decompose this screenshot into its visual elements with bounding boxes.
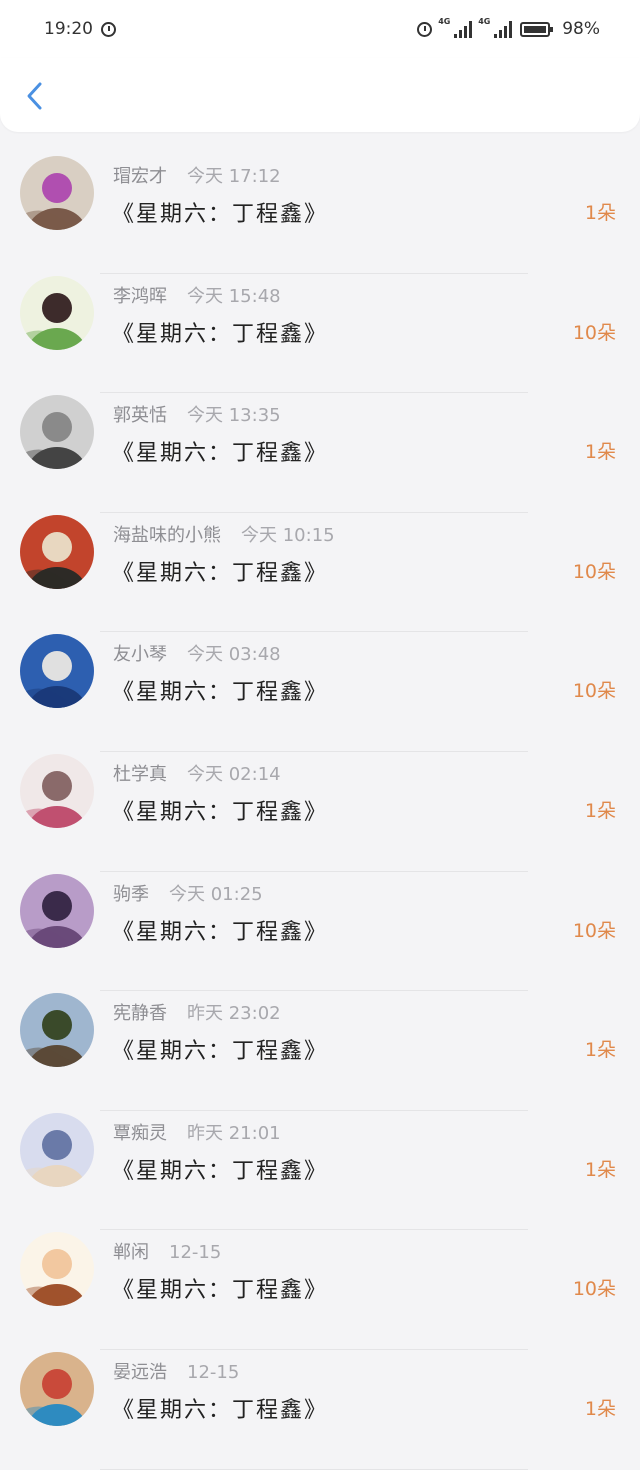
- avatar[interactable]: [20, 1232, 94, 1307]
- sender-name: 郸闲: [113, 1242, 149, 1264]
- send-time: 昨天 21:01: [187, 1122, 281, 1144]
- work-title: 《星期六：丁程鑫》: [112, 680, 329, 706]
- avatar[interactable]: [20, 753, 94, 828]
- send-time: 今天 01:25: [169, 883, 263, 905]
- list-item[interactable]: 郭英恬 今天 13:35 《星期六：丁程鑫》 1朵: [0, 393, 640, 513]
- send-time: 今天 02:14: [187, 763, 281, 785]
- send-time: 12-15: [169, 1242, 222, 1264]
- avatar[interactable]: [20, 395, 94, 470]
- alarm-icon: [101, 21, 116, 37]
- avatar[interactable]: [20, 1351, 94, 1426]
- list-item[interactable]: 覃痴灵 昨天 21:01 《星期六：丁程鑫》 1朵: [0, 1111, 640, 1231]
- list-item[interactable]: 郸闲 12-15 《星期六：丁程鑫》 10朵: [0, 1230, 640, 1350]
- avatar[interactable]: [20, 634, 94, 709]
- flower-count: 10朵: [572, 919, 616, 942]
- list-item[interactable]: 李鸿晖 今天 15:48 《星期六：丁程鑫》 10朵: [0, 274, 640, 394]
- work-title: 《星期六：丁程鑫》: [112, 202, 329, 227]
- avatar[interactable]: [20, 1112, 94, 1187]
- send-time: 今天 13:35: [187, 405, 281, 427]
- gift-record-list: 瑁宏才 今天 17:12 《星期六：丁程鑫》 1朵 李鸿晖 今天 15:48 《星期…: [0, 154, 640, 1470]
- sender-name: 晏远浩: [113, 1361, 167, 1383]
- flower-count: 10朵: [572, 680, 616, 703]
- work-title: 《星期六：丁程鑫》: [112, 919, 329, 945]
- send-time: 今天 10:15: [241, 524, 335, 546]
- sender-name: 海盐味的小熊: [113, 524, 221, 546]
- avatar[interactable]: [20, 156, 94, 230]
- work-title: 《星期六：丁程鑫》: [112, 799, 329, 825]
- send-time: 12-15: [187, 1361, 240, 1383]
- sender-name: 驹季: [113, 883, 149, 905]
- avatar[interactable]: [20, 514, 94, 589]
- work-title: 《星期六：丁程鑫》: [112, 1158, 329, 1184]
- sender-meta: 杜学真 今天 02:14: [113, 760, 281, 786]
- status-time: 19:20: [44, 19, 93, 39]
- divider: [100, 1468, 528, 1470]
- sender-meta: 李鸿晖 今天 15:48: [113, 282, 281, 308]
- battery-percent: 98%: [562, 19, 600, 39]
- list-item[interactable]: 晏远浩 12-15 《星期六：丁程鑫》 1朵: [0, 1350, 640, 1470]
- alarm-icon: [417, 21, 433, 37]
- sender-meta: 郸闲 12-15: [113, 1238, 221, 1264]
- flower-count: 10朵: [572, 1278, 616, 1301]
- flower-count: 10朵: [572, 321, 616, 344]
- sender-meta: 瑁宏才 今天 17:12: [113, 162, 281, 188]
- network-type-label: 4G: [438, 17, 451, 26]
- list-item[interactable]: 宪静香 昨天 23:02 《星期六：丁程鑫》 1朵: [0, 991, 640, 1111]
- send-time: 昨天 23:02: [187, 1003, 281, 1025]
- sender-name: 郭英恬: [113, 405, 167, 427]
- avatar[interactable]: [20, 873, 94, 948]
- flower-count: 1朵: [584, 799, 616, 822]
- status-left: 19:20: [44, 19, 116, 39]
- sender-meta: 宪静香 昨天 23:02: [113, 999, 281, 1025]
- sender-meta: 晏远浩 12-15: [113, 1358, 239, 1384]
- avatar[interactable]: [20, 275, 94, 350]
- sender-meta: 驹季 今天 01:25: [113, 880, 263, 906]
- sender-name: 李鸿晖: [113, 285, 167, 307]
- flower-count: 1朵: [584, 1039, 616, 1062]
- list-item[interactable]: 海盐味的小熊 今天 10:15 《星期六：丁程鑫》 10朵: [0, 513, 640, 633]
- list-item[interactable]: 驹季 今天 01:25 《星期六：丁程鑫》 10朵: [0, 872, 640, 992]
- send-time: 今天 17:12: [187, 166, 281, 187]
- work-title: 《星期六：丁程鑫》: [112, 560, 329, 586]
- battery-icon: [520, 21, 554, 37]
- sender-meta: 郭英恬 今天 13:35: [113, 401, 281, 427]
- sender-name: 友小琴: [113, 644, 167, 666]
- work-title: 《星期六：丁程鑫》: [112, 1278, 329, 1304]
- network-type-label: 4G: [478, 17, 491, 26]
- list-item[interactable]: 友小琴 今天 03:48 《星期六：丁程鑫》 10朵: [0, 632, 640, 752]
- sender-name: 杜学真: [113, 763, 167, 785]
- chevron-left-icon: [27, 82, 42, 110]
- signal-icon: 4G: [478, 17, 513, 38]
- flower-count: 1朵: [584, 441, 616, 464]
- header: [0, 58, 640, 132]
- sender-name: 瑁宏才: [113, 166, 167, 187]
- list-item[interactable]: 瑁宏才 今天 17:12 《星期六：丁程鑫》 1朵: [0, 154, 640, 274]
- avatar[interactable]: [20, 993, 94, 1068]
- work-title: 《星期六：丁程鑫》: [112, 321, 329, 347]
- status-bar: 19:20 4G 4G 98%: [0, 0, 640, 58]
- flower-count: 1朵: [584, 1397, 616, 1420]
- sender-name: 宪静香: [113, 1003, 167, 1025]
- send-time: 今天 03:48: [187, 644, 281, 666]
- work-title: 《星期六：丁程鑫》: [112, 441, 329, 467]
- sender-meta: 海盐味的小熊 今天 10:15: [113, 521, 335, 547]
- list-item[interactable]: 杜学真 今天 02:14 《星期六：丁程鑫》 1朵: [0, 752, 640, 872]
- flower-count: 1朵: [584, 1158, 616, 1181]
- status-right: 4G 4G 98%: [417, 17, 600, 39]
- work-title: 《星期六：丁程鑫》: [112, 1039, 329, 1065]
- sender-meta: 覃痴灵 昨天 21:01: [113, 1119, 281, 1145]
- sender-name: 覃痴灵: [113, 1122, 167, 1144]
- sender-meta: 友小琴 今天 03:48: [113, 640, 281, 666]
- back-button[interactable]: [20, 78, 52, 114]
- work-title: 《星期六：丁程鑫》: [112, 1397, 329, 1423]
- flower-count: 1朵: [584, 202, 616, 224]
- signal-icon: 4G: [438, 17, 473, 38]
- flower-count: 10朵: [572, 560, 616, 583]
- send-time: 今天 15:48: [187, 285, 281, 307]
